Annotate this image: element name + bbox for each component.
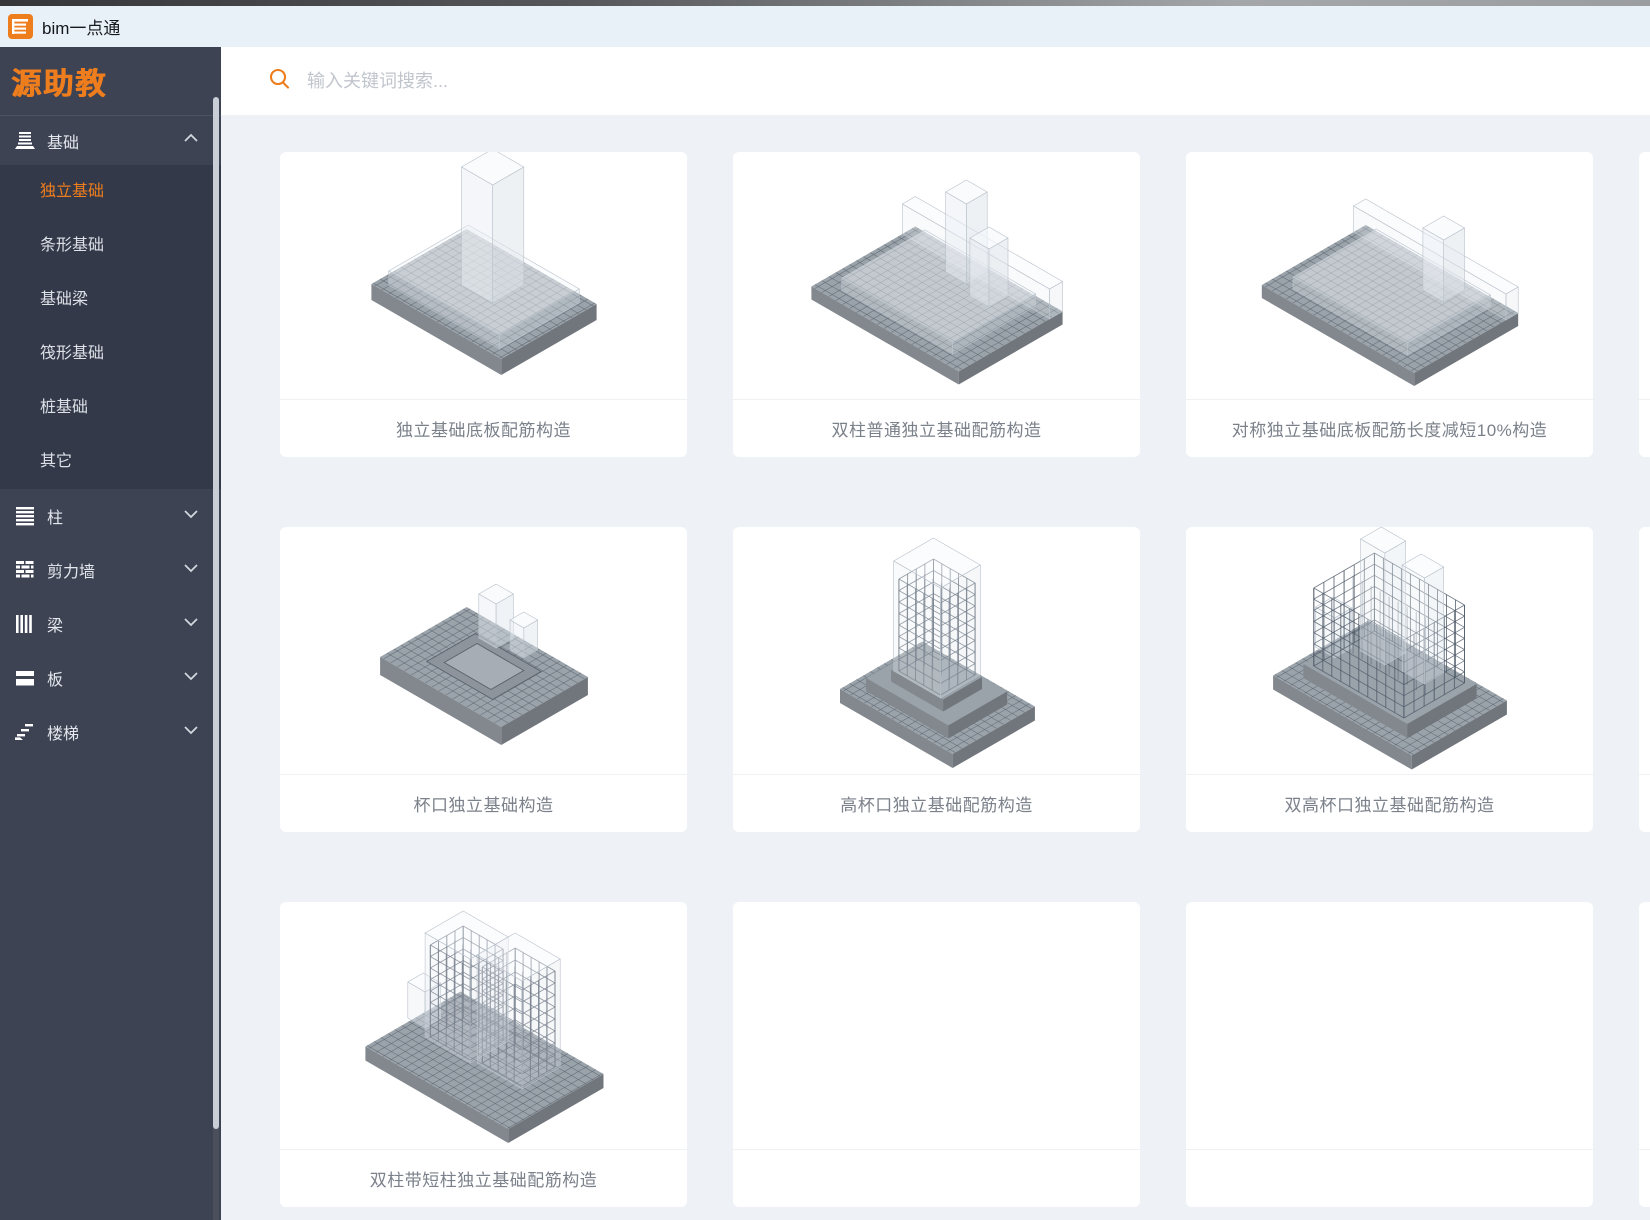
- model-thumbnail: [1186, 527, 1593, 775]
- model-card[interactable]: 双柱带短柱独立基础配筋构造: [280, 902, 687, 1207]
- model-card[interactable]: 独立基础底板配筋构造: [280, 152, 687, 457]
- model-caption: 双柱带短柱独立基础配筋构造: [280, 1150, 687, 1207]
- model-card[interactable]: 高杯口独立基础配筋构造: [733, 527, 1140, 832]
- card-partial[interactable]: [1186, 902, 1593, 1207]
- foundation-submenu: 独立基础 条形基础 基础梁 筏形基础 桩基础 其它: [0, 165, 221, 489]
- sidebar-scrollbar-thumb[interactable]: [213, 97, 219, 1129]
- card-grid: 独立基础底板配筋构造 双柱普通独立基础配筋构造 对称独立基础底板配筋长度减短10…: [221, 115, 1650, 1207]
- model-thumbnail: [280, 152, 687, 400]
- model-thumbnail: [1639, 902, 1650, 1150]
- sidebar-group-label: 剪力墙: [47, 558, 95, 582]
- model-caption: [1186, 1150, 1593, 1207]
- model-thumbnail: [733, 902, 1140, 1150]
- app-header: bim一点通: [0, 6, 1650, 47]
- model-caption: 单柱带短柱独立基础配筋构造: [1639, 775, 1650, 832]
- sidebar-group-stairs[interactable]: 楼梯: [0, 705, 221, 759]
- model-caption: 双柱普通独立基础配筋构造: [733, 400, 1140, 457]
- model-thumbnail: [280, 902, 687, 1150]
- sidebar-group-slab[interactable]: 板: [0, 651, 221, 705]
- search-icon: [268, 67, 292, 96]
- model-caption: [1639, 1150, 1650, 1207]
- sidebar-item-foundation-beam[interactable]: 基础梁: [0, 273, 221, 327]
- sidebar-group-label: 板: [47, 666, 63, 690]
- sidebar-group-shear-wall[interactable]: 剪力墙: [0, 543, 221, 597]
- sidebar-item-strip-foundation[interactable]: 条形基础: [0, 219, 221, 273]
- chevron-down-icon: [181, 669, 201, 688]
- model-card[interactable]: 设置基础梁的双柱普通独立基础配筋构造: [1639, 152, 1650, 457]
- foundation-icon: [14, 130, 38, 152]
- model-card[interactable]: 双柱普通独立基础配筋构造: [733, 152, 1140, 457]
- brand-logo: 源助教: [0, 47, 221, 115]
- model-caption: 独立基础底板配筋构造: [280, 400, 687, 457]
- search-bar: [221, 47, 1650, 115]
- model-card[interactable]: 对称独立基础底板配筋长度减短10%构造: [1186, 152, 1593, 457]
- app-logo-icon: [8, 14, 33, 39]
- model-thumbnail: [733, 527, 1140, 775]
- chevron-down-icon: [181, 615, 201, 634]
- sidebar-group-beam[interactable]: 梁: [0, 597, 221, 651]
- shear-wall-icon: [14, 559, 38, 581]
- column-icon: [14, 505, 38, 527]
- model-caption: [733, 1150, 1140, 1207]
- chevron-down-icon: [181, 561, 201, 580]
- model-thumbnail: [1186, 152, 1593, 400]
- model-caption: 杯口独立基础构造: [280, 775, 687, 832]
- content-area: 独立基础底板配筋构造 双柱普通独立基础配筋构造 对称独立基础底板配筋长度减短10…: [221, 47, 1650, 1220]
- search-input[interactable]: [307, 71, 1007, 92]
- model-caption: 双高杯口独立基础配筋构造: [1186, 775, 1593, 832]
- model-card[interactable]: 单柱带短柱独立基础配筋构造: [1639, 527, 1650, 832]
- model-thumbnail: [733, 152, 1140, 400]
- model-thumbnail: [280, 527, 687, 775]
- model-card[interactable]: 双高杯口独立基础配筋构造: [1186, 527, 1593, 832]
- model-caption: 对称独立基础底板配筋长度减短10%构造: [1186, 400, 1593, 457]
- model-caption: 设置基础梁的双柱普通独立基础配筋构造: [1639, 400, 1650, 457]
- chevron-up-icon: [181, 131, 201, 150]
- beam-icon: [14, 613, 38, 635]
- model-card[interactable]: 杯口独立基础构造: [280, 527, 687, 832]
- sidebar-group-label: 柱: [47, 504, 63, 528]
- stairs-icon: [14, 721, 38, 743]
- sidebar-group-label: 楼梯: [47, 720, 79, 744]
- sidebar-group-label: 基础: [47, 129, 79, 153]
- sidebar-group-column[interactable]: 柱: [0, 489, 221, 543]
- model-thumbnail: [1186, 902, 1593, 1150]
- sidebar-group-foundation[interactable]: 基础: [0, 115, 221, 165]
- sidebar-group-label: 梁: [47, 612, 63, 636]
- card-partial[interactable]: [1639, 902, 1650, 1207]
- sidebar-item-pile-foundation[interactable]: 桩基础: [0, 381, 221, 435]
- model-thumbnail: [1639, 527, 1650, 775]
- model-caption: 高杯口独立基础配筋构造: [733, 775, 1140, 832]
- sidebar-item-other[interactable]: 其它: [0, 435, 221, 489]
- slab-icon: [14, 667, 38, 689]
- chevron-down-icon: [181, 507, 201, 526]
- chevron-down-icon: [181, 723, 201, 742]
- app-title: bim一点通: [42, 14, 120, 39]
- sidebar-item-independent-foundation[interactable]: 独立基础: [0, 165, 221, 219]
- sidebar: 源助教 基础 独立基础 条形基础 基础梁 筏形基础 桩基础 其: [0, 47, 221, 1220]
- model-thumbnail: [1639, 152, 1650, 400]
- sidebar-item-raft-foundation[interactable]: 筏形基础: [0, 327, 221, 381]
- card-partial[interactable]: [733, 902, 1140, 1207]
